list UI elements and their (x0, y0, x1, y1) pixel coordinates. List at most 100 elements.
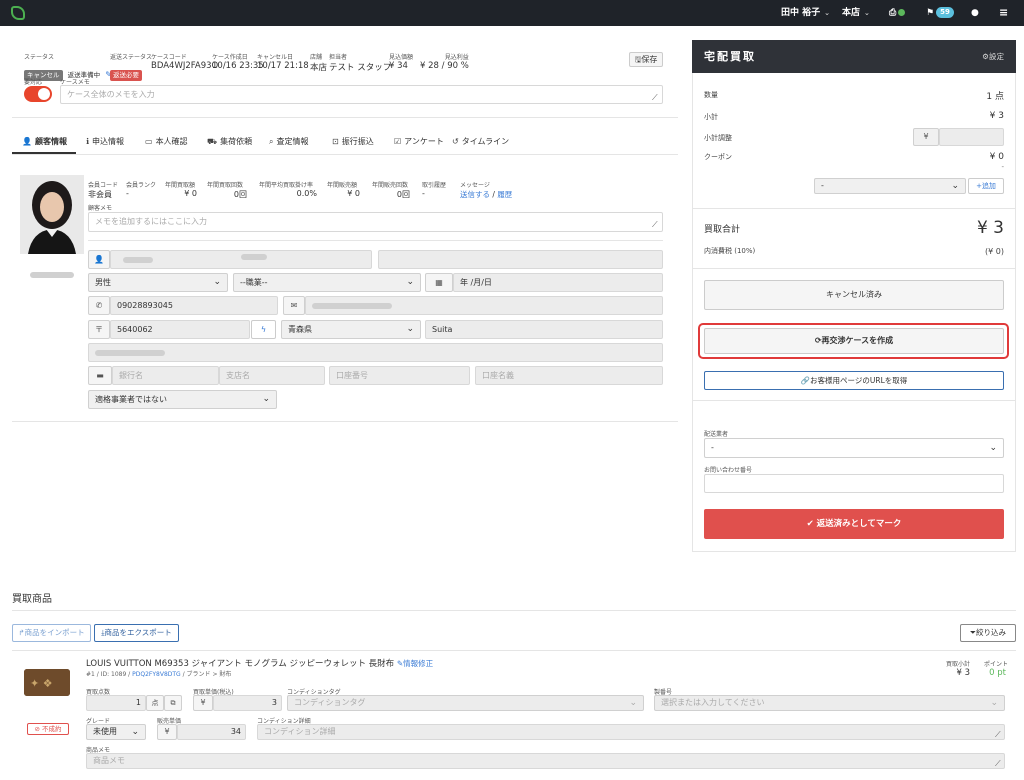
store-label: 店舗 (310, 54, 323, 61)
edit-info-link[interactable]: ✎情報修正 (397, 659, 433, 668)
birthday-input[interactable]: 年 /月/日 (453, 273, 663, 292)
customer-memo-input[interactable]: メモを追加するにはここに入力 (88, 212, 663, 232)
tab-application-info[interactable]: ℹ 申込情報 (86, 136, 124, 150)
quantity-value: 1 点 (986, 92, 1004, 102)
meta-category: / ブランド > 財布 (182, 671, 232, 678)
panel-header: 宅配買取 ⚙設定 (692, 40, 1016, 73)
settings-link[interactable]: ⚙設定 (982, 51, 1004, 62)
staff-value: テスト スタッフ (329, 63, 392, 73)
history-value: - (422, 189, 425, 198)
get-customer-url-button[interactable]: 🔗お客様用ページのURLを取得 (704, 371, 1004, 390)
export-products-button[interactable]: ⤓商品をエクスポート (94, 624, 179, 642)
mark-returned-button[interactable]: ✔ 返送済みとしてマーク (704, 509, 1004, 539)
not-contracted-label: 不成約 (42, 725, 62, 733)
tab-appraisal[interactable]: ⌕ 査定情報 (269, 136, 308, 150)
tab-timeline[interactable]: ↺ タイムライン (452, 136, 509, 150)
tab-label: 集荷依頼 (220, 137, 253, 146)
resize-handle-icon[interactable]: ⟋ (652, 220, 658, 230)
bank-name-placeholder: 銀行名 (119, 371, 143, 380)
qty-unit: 点 (146, 695, 164, 711)
gender-select[interactable]: 男性 ⌄ (88, 273, 228, 292)
mark-returned-label: 返送済みとしてマーク (816, 519, 902, 529)
unit-price-input[interactable]: 3 (213, 695, 282, 711)
cancel-date: 10/17 21:18 (257, 61, 309, 71)
grade-select[interactable]: 未使用 ⌄ (86, 724, 146, 740)
qty-input[interactable]: 1 (86, 695, 146, 711)
ban-icon: ⊘ (34, 725, 42, 733)
toggle-knob (38, 88, 50, 100)
estimate-profit-value: ¥ 28 / 90 % (420, 61, 469, 71)
message-history-link[interactable]: 履歴 (497, 190, 512, 199)
case-memo-input[interactable]: ケース全体のメモを入力 (60, 85, 663, 104)
create-renegotiation-case-button[interactable]: ⟳再交渉ケースを作成 (704, 328, 1004, 354)
birthday-placeholder: 年 /月/日 (460, 278, 492, 287)
product-memo-input[interactable]: 商品メモ (86, 753, 1005, 769)
tab-identity[interactable]: ▭ 本人確認 (145, 136, 188, 150)
tab-bank-transfer[interactable]: ⊡ 振行振込 (332, 136, 374, 150)
address-input[interactable] (88, 343, 663, 362)
carrier-value: - (711, 443, 714, 452)
needs-action-toggle[interactable] (24, 86, 52, 102)
city-input[interactable]: Suita (425, 320, 663, 339)
hamburger-menu-icon[interactable]: ≡ (999, 0, 1008, 26)
branch-input[interactable]: 支店名 (219, 366, 325, 385)
filter-button[interactable]: ⏷絞り込み (960, 624, 1016, 642)
prefecture-select[interactable]: 青森県 ⌄ (281, 320, 421, 339)
customer-photo[interactable] (20, 175, 84, 254)
tab-pickup[interactable]: ⛟ 集荷依頼 (207, 136, 252, 150)
coupon-value: ¥ 0 (989, 152, 1004, 162)
app-logo-icon[interactable] (11, 6, 25, 20)
chat-icon[interactable]: ● (971, 0, 979, 26)
product-code-link[interactable]: PDQ2FY8V8DTG (132, 671, 181, 678)
customer-name-input[interactable] (110, 250, 372, 269)
sale-price-input[interactable]: 34 (177, 724, 246, 740)
resize-handle-icon[interactable]: ⟋ (995, 759, 1001, 769)
account-number-input[interactable]: 口座番号 (329, 366, 470, 385)
add-coupon-button[interactable]: +追加 (968, 178, 1004, 194)
phone-icon: ✆ (88, 296, 110, 315)
subtotal-adjust-input[interactable] (939, 128, 1004, 146)
mail-icon: ✉ (283, 296, 305, 315)
divider (12, 117, 678, 118)
serial-select[interactable]: 選択または入力してください ⌄ (654, 695, 1005, 711)
yearly-buy-count-value: 0回 (233, 190, 247, 199)
zip-input[interactable]: 5640062 (110, 320, 250, 339)
unit-price-value: 3 (271, 698, 277, 707)
user-menu[interactable]: 田中 裕子 ⌄ (781, 0, 830, 26)
staff-label: 担当者 (329, 54, 348, 61)
customer-kana-input[interactable] (378, 250, 663, 269)
phone-input[interactable]: 09028893045 (110, 296, 278, 315)
cancelled-button[interactable]: キャンセル済み (704, 280, 1004, 310)
created-date: 10/16 23:35 (212, 61, 264, 71)
copy-icon[interactable]: ⧉ (164, 695, 182, 711)
bank-name-input[interactable]: 銀行名 (112, 366, 219, 385)
save-button[interactable]: 🖫保存 (629, 52, 663, 67)
carrier-label: 配送業者 (704, 431, 729, 438)
chevron-down-icon: ⌄ (406, 324, 414, 334)
account-name-input[interactable]: 口座名義 (475, 366, 663, 385)
business-select[interactable]: 適格事業者ではない ⌄ (88, 390, 277, 409)
resize-handle-icon[interactable]: ⟋ (652, 93, 658, 103)
occupation-select[interactable]: --職業-- ⌄ (233, 273, 421, 292)
store-menu[interactable]: 本店 ⌄ (842, 0, 870, 26)
zip-lookup-button[interactable]: ϟ (251, 320, 276, 339)
subtotal-label: 買取小計 (946, 661, 971, 668)
tab-customer-info[interactable]: 👤 顧客情報 (22, 136, 67, 150)
email-input[interactable] (305, 296, 663, 315)
printer-status[interactable]: ⎙ (889, 0, 906, 26)
product-thumbnail[interactable]: ✦ ❖ (24, 669, 70, 696)
import-products-button[interactable]: ↱商品をインポート (12, 624, 91, 642)
condition-tag-select[interactable]: コンディションタグ ⌄ (287, 695, 644, 711)
coupon-select[interactable]: - ⌄ (814, 178, 966, 194)
tab-survey[interactable]: ☑ アンケート (394, 136, 444, 150)
carrier-select[interactable]: - ⌄ (704, 438, 1004, 458)
gear-icon: ⚙ (982, 52, 989, 61)
gender-value: 男性 (95, 278, 111, 287)
send-message-link[interactable]: 送信する (460, 190, 490, 199)
tracking-input[interactable] (704, 474, 1004, 493)
notifications[interactable]: ⚑ 59 (926, 0, 954, 26)
resize-handle-icon[interactable]: ⟋ (995, 730, 1001, 740)
condition-detail-input[interactable]: コンディション詳細 (257, 724, 1005, 740)
credit-card-icon: ▬ (88, 366, 112, 385)
wallet-image: ✦ ❖ (24, 669, 70, 696)
